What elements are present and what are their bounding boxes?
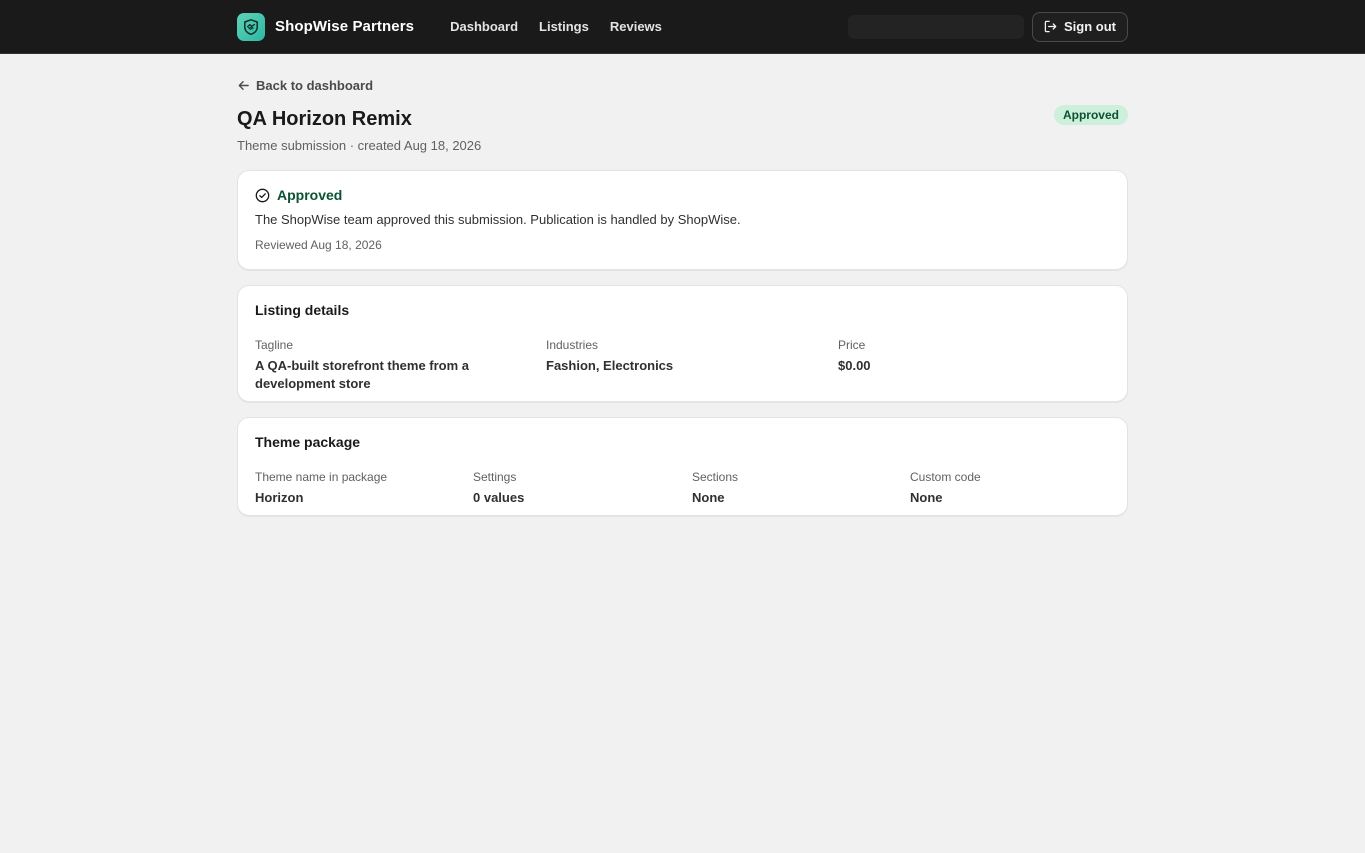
main-nav: Dashboard Listings Reviews [450,19,683,34]
field-value: 0 values [473,490,525,505]
brand-name[interactable]: ShopWise Partners [275,18,414,35]
field-industries: Industries Fashion, Electronics [546,338,838,393]
field-label: Industries [546,338,599,352]
field-label: Settings [473,470,517,484]
field-label: Custom code [910,470,981,484]
field-theme-name: Theme name in package Horizon [255,470,473,507]
handshake-shield-icon [244,18,258,35]
main-content: Back to dashboard QA Horizon Remix Appro… [237,54,1128,516]
nav-reviews[interactable]: Reviews [610,19,662,34]
nav-listings[interactable]: Listings [539,19,589,34]
field-label: Sections [692,470,739,484]
field-sections: Sections None [692,470,910,507]
field-value: None [692,490,725,505]
theme-package-title: Theme package [255,434,361,450]
top-bar-inner: ShopWise Partners Dashboard Listings Rev… [237,0,1128,53]
theme-package-grid: Theme name in package Horizon Settings 0… [255,470,1110,507]
listing-details-title: Listing details [255,302,350,318]
field-custom-code: Custom code None [910,470,1110,507]
listing-details-grid: Tagline A QA-built storefront theme from… [255,338,1110,393]
field-label: Price [838,338,866,352]
status-header: Approved [255,187,1110,203]
back-link-label: Back to dashboard [256,77,374,93]
field-value: None [910,490,943,505]
field-tagline: Tagline A QA-built storefront theme from… [255,338,546,393]
field-value: Horizon [255,490,304,505]
field-label: Theme name in package [255,470,388,484]
check-circle-icon [255,188,270,202]
field-settings: Settings 0 values [473,470,692,507]
back-to-dashboard-link[interactable]: Back to dashboard [237,77,1128,93]
account-info-placeholder [848,14,1024,39]
status-message: The ShopWise team approved this submissi… [255,212,741,227]
status-badge: Approved [1053,105,1128,125]
arrow-left-icon [238,80,249,90]
reviewed-date: Reviewed Aug 18, 2026 [255,238,382,252]
page-title: QA Horizon Remix [237,108,412,130]
sign-out-label: Sign out [1064,19,1116,34]
sign-out-button[interactable]: Sign out [1032,11,1128,42]
field-value: $0.00 [838,358,871,373]
top-bar: ShopWise Partners Dashboard Listings Rev… [0,0,1365,54]
listing-details-card: Listing details Tagline A QA-built store… [237,285,1128,402]
field-value: A QA-built storefront theme from a devel… [255,358,470,391]
field-label: Tagline [255,338,294,352]
nav-dashboard[interactable]: Dashboard [450,19,518,34]
field-price: Price $0.00 [838,338,1110,393]
sign-out-icon [1044,20,1057,33]
approval-status-card: Approved The ShopWise team approved this… [237,170,1128,270]
theme-package-card: Theme package Theme name in package Hori… [237,417,1128,516]
title-row: QA Horizon Remix Approved [237,105,1128,132]
brand-logo-icon[interactable] [237,12,265,41]
page-subtitle: Theme submission · created Aug 18, 2026 [237,138,482,153]
field-value: Fashion, Electronics [546,358,674,373]
status-title: Approved [277,187,343,203]
